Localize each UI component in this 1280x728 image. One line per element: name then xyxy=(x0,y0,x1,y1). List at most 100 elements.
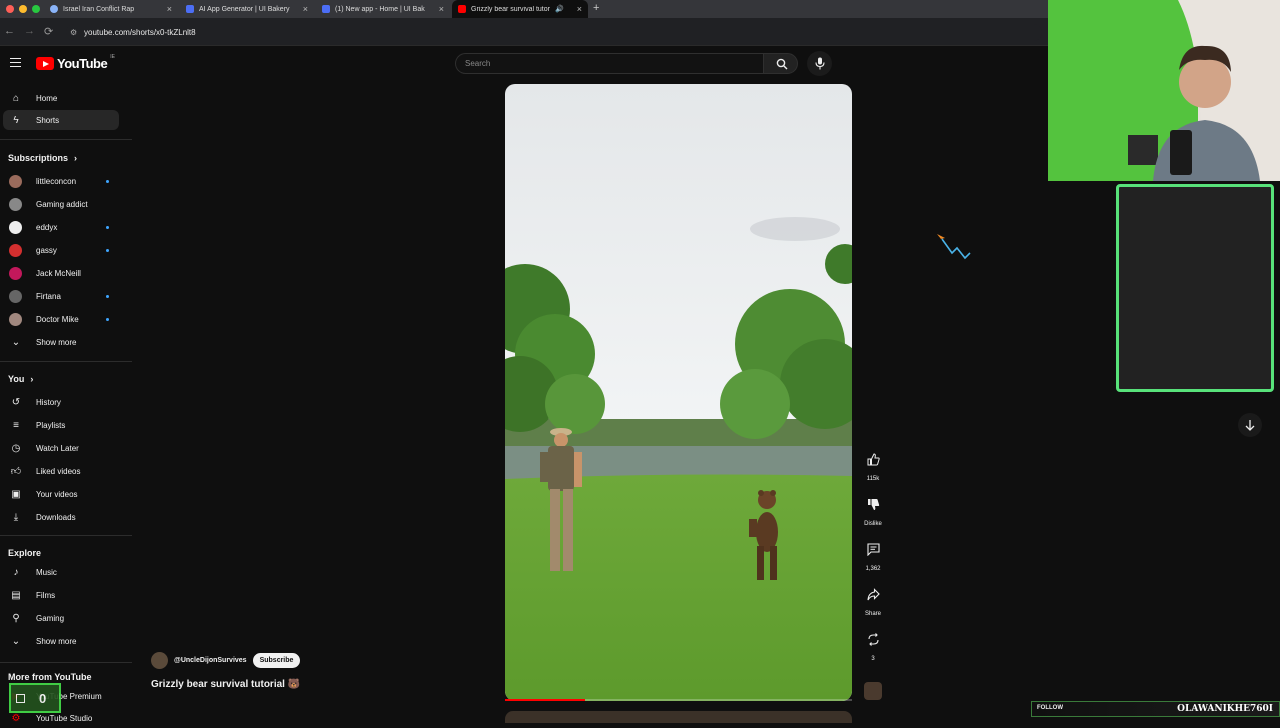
channel-avatar[interactable] xyxy=(151,652,168,669)
comment-count: 1,362 xyxy=(865,566,881,572)
voice-search-button[interactable] xyxy=(807,51,832,76)
chevron-down-icon: ⌄ xyxy=(11,336,21,348)
sidebar-item-music[interactable]: ♪ Music xyxy=(3,562,119,582)
share-label: Share xyxy=(864,611,881,617)
sidebar-item-films[interactable]: ▤ Films xyxy=(3,585,119,605)
shorts-video-player[interactable] xyxy=(505,84,852,701)
sidebar-divider xyxy=(0,139,132,140)
tab-close-icon[interactable]: × xyxy=(167,4,172,14)
sidebar-item-subscription[interactable]: gassy xyxy=(3,240,119,260)
comments-button[interactable]: 1,362 xyxy=(859,536,887,572)
youtube-favicon-icon xyxy=(458,5,466,13)
maximize-window-button[interactable] xyxy=(32,5,40,13)
dislike-button[interactable]: Dislike xyxy=(859,491,887,527)
live-dot-icon xyxy=(106,179,109,183)
sidebar-item-watch-later[interactable]: ◷ Watch Later xyxy=(3,438,119,458)
sidebar-divider xyxy=(0,662,132,663)
sidebar-item-playlists[interactable]: ≡ Playlists xyxy=(3,415,119,435)
minimize-window-button[interactable] xyxy=(19,5,27,13)
explore-heading: Explore xyxy=(8,548,42,558)
channel-avatar xyxy=(9,266,22,280)
mouse-cursor-icon xyxy=(937,234,971,260)
sidebar-item-history[interactable]: ↺ History xyxy=(3,392,119,412)
chevron-down-icon: ⌄ xyxy=(11,635,21,647)
tab-close-icon[interactable]: × xyxy=(439,4,444,14)
subscriptions-show-more[interactable]: ⌄ Show more xyxy=(3,332,119,352)
tab-close-icon[interactable]: × xyxy=(577,4,582,14)
live-dot-icon xyxy=(106,225,109,229)
sidebar-item-label: Your videos xyxy=(36,489,78,499)
new-tab-button[interactable]: + xyxy=(593,2,599,14)
reload-icon[interactable]: ⟳ xyxy=(44,25,53,38)
ui-bakery-icon xyxy=(186,5,194,13)
sidebar-item-label: Liked videos xyxy=(36,466,81,476)
url-field[interactable]: ⚙ youtube.com/shorts/x0-tkZLnlt8 xyxy=(66,24,1042,41)
share-icon xyxy=(860,581,886,607)
tab-label: Grizzly bear survival tutor xyxy=(471,5,550,13)
globe-icon xyxy=(50,5,58,13)
home-icon: ⌂ xyxy=(12,92,20,104)
remix-button[interactable]: 3 xyxy=(859,626,887,662)
subscriptions-heading[interactable]: Subscriptions › xyxy=(8,153,77,163)
channel-avatar xyxy=(9,289,22,303)
sidebar-item-label: Watch Later xyxy=(36,443,79,453)
sidebar-item-label: Show more xyxy=(36,337,77,347)
search-input[interactable]: Search xyxy=(455,53,763,74)
site-info-icon[interactable]: ⚙ xyxy=(70,24,77,41)
youtube-play-icon xyxy=(36,57,54,70)
channel-avatar xyxy=(9,174,22,188)
sidebar-item-subscription[interactable]: Jack McNeill xyxy=(3,263,119,283)
recording-counter: 0 xyxy=(39,691,47,706)
browser-tab-4-active[interactable]: Grizzly bear survival tutor 🔊 × xyxy=(452,0,588,18)
browser-tab-bar: Israel Iran Conflict Rap × AI App Genera… xyxy=(0,0,1048,18)
url-text: youtube.com/shorts/x0-tkZLnlt8 xyxy=(84,28,196,37)
your-videos-icon: ▣ xyxy=(11,488,21,500)
webcam-overlay xyxy=(1048,0,1280,181)
streamer-name: OLAWANIKHE760I xyxy=(1177,704,1273,714)
chevron-right-icon: › xyxy=(74,153,78,163)
next-video-preview[interactable] xyxy=(505,711,852,723)
sidebar-item-subscription[interactable]: Doctor Mike xyxy=(3,309,119,329)
close-window-button[interactable] xyxy=(6,5,14,13)
microphone-icon xyxy=(815,57,825,70)
sidebar-item-subscription[interactable]: littleconcon xyxy=(3,171,119,191)
sidebar-item-subscription[interactable]: eddyx xyxy=(3,217,119,237)
tab-label: (1) New app - Home | UI Bak xyxy=(335,5,425,13)
forward-icon[interactable]: → xyxy=(24,25,35,37)
explore-show-more[interactable]: ⌄ Show more xyxy=(3,631,119,651)
menu-icon[interactable] xyxy=(10,58,21,67)
sidebar-item-label: gassy xyxy=(36,245,57,255)
video-frame xyxy=(505,84,852,701)
sidebar-item-home[interactable]: ⌂ Home xyxy=(3,88,119,108)
sidebar-item-label: Playlists xyxy=(36,420,66,430)
music-icon: ♪ xyxy=(13,566,19,578)
sidebar-item-downloads[interactable]: ⤓ Downloads xyxy=(3,507,119,527)
sidebar-item-subscription[interactable]: Gaming addict xyxy=(3,194,119,214)
sidebar-item-your-videos[interactable]: ▣ Your videos xyxy=(3,484,119,504)
sidebar-item-label: eddyx xyxy=(36,222,58,232)
next-short-button[interactable] xyxy=(1238,413,1262,437)
channel-name[interactable]: @UncleDijonSurvives xyxy=(174,657,247,664)
video-progress-bar[interactable] xyxy=(505,699,852,701)
browser-tab-3[interactable]: (1) New app - Home | UI Bak × xyxy=(316,0,450,18)
arrow-down-icon xyxy=(1245,420,1255,431)
sidebar-item-subscription[interactable]: Firtana xyxy=(3,286,119,306)
youtube-logo[interactable]: YouTube IE xyxy=(36,54,115,71)
sidebar-item-liked-videos[interactable]: 👍︎ Liked videos xyxy=(3,461,119,481)
back-icon[interactable]: ← xyxy=(4,25,15,37)
subscribe-button[interactable]: Subscribe xyxy=(252,653,301,668)
sidebar-item-gaming[interactable]: ⚲ Gaming xyxy=(3,608,119,628)
sidebar-item-label: History xyxy=(36,397,61,407)
sound-thumbnail-icon[interactable] xyxy=(864,682,882,700)
browser-tab-1[interactable]: Israel Iran Conflict Rap × xyxy=(44,0,178,18)
sidebar-item-shorts[interactable]: ϟ Shorts xyxy=(3,110,119,130)
tab-close-icon[interactable]: × xyxy=(303,4,308,14)
channel-row: @UncleDijonSurvives Subscribe xyxy=(151,652,301,669)
sidebar-item-label: Jack McNeill xyxy=(36,268,81,278)
share-button[interactable]: Share xyxy=(859,581,887,617)
like-button[interactable]: 115k xyxy=(859,446,887,482)
browser-tab-2[interactable]: AI App Generator | UI Bakery × xyxy=(180,0,314,18)
search-button[interactable] xyxy=(763,53,798,74)
speaker-icon[interactable]: 🔊 xyxy=(555,5,564,13)
you-heading[interactable]: You › xyxy=(8,374,33,384)
